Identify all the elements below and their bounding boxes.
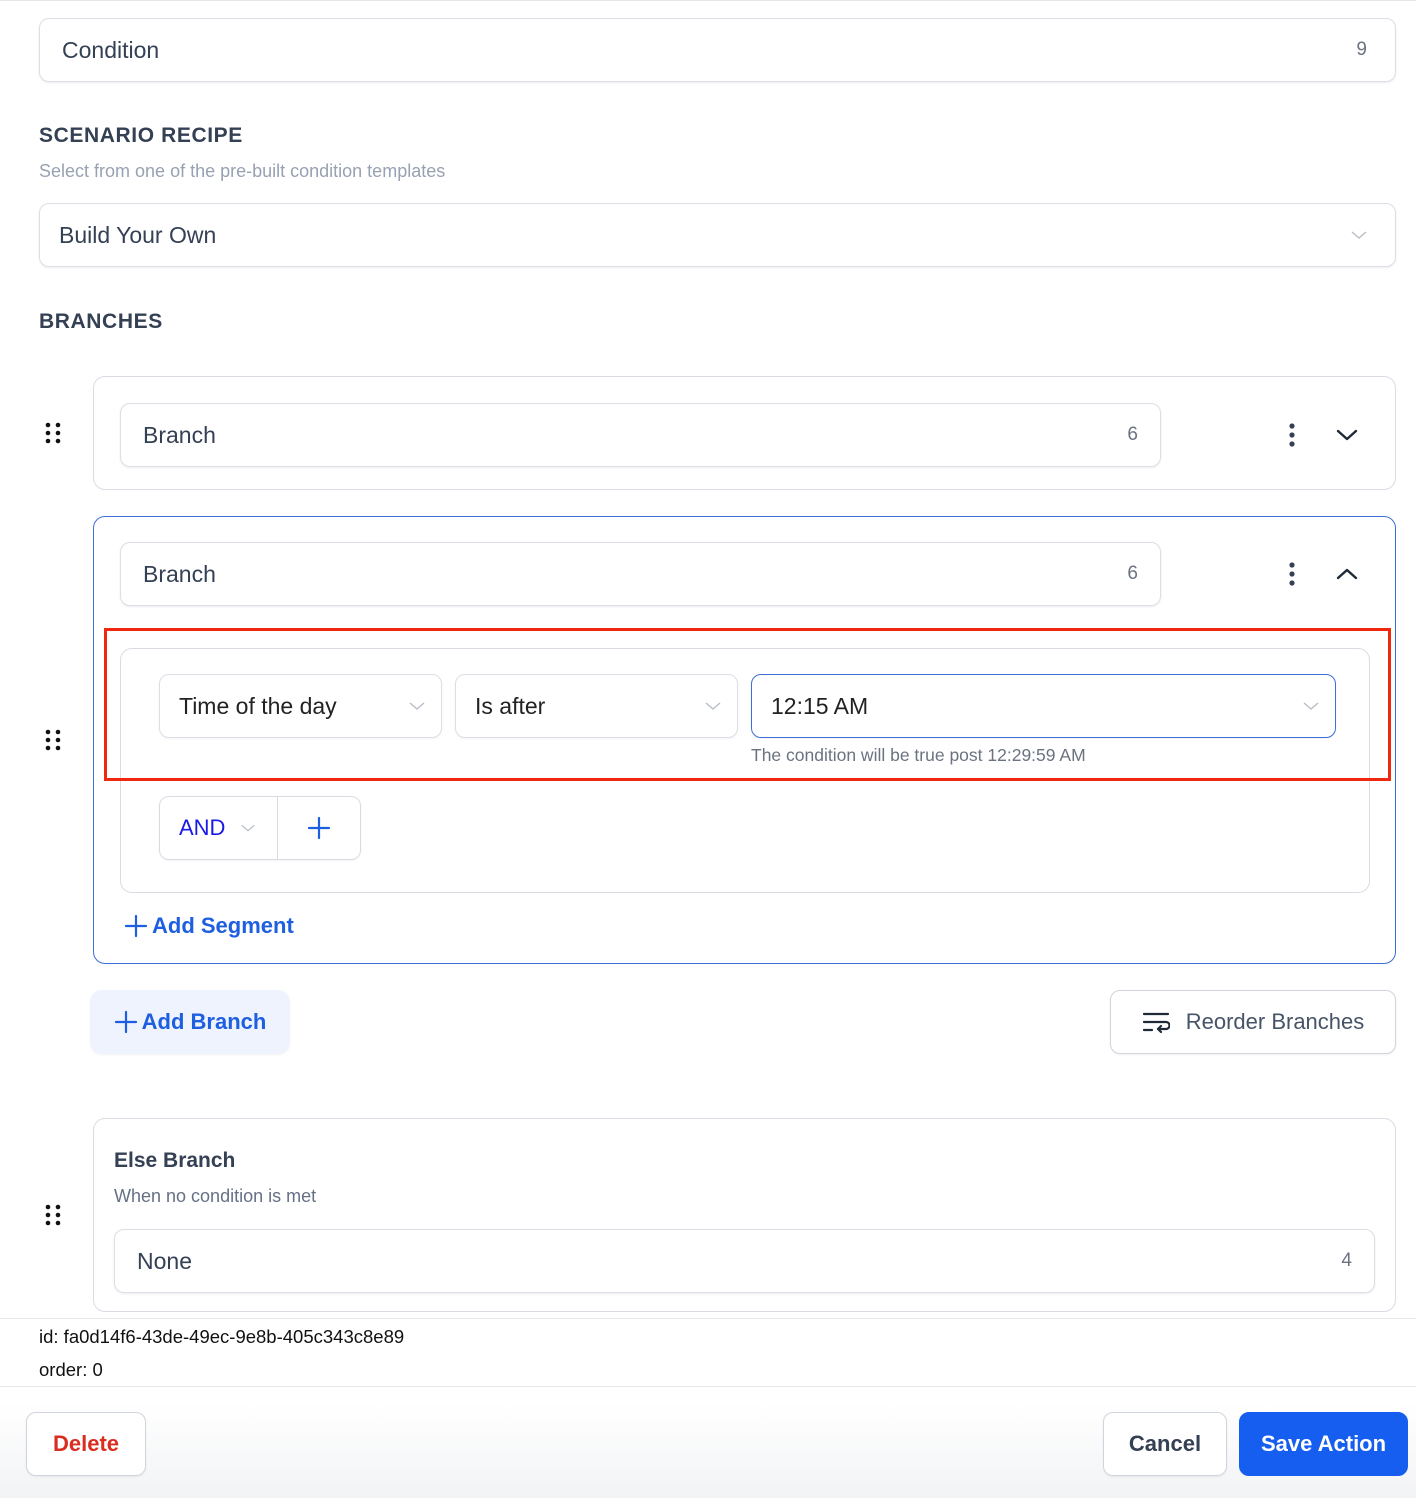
delete-button[interactable]: Delete	[26, 1412, 146, 1476]
condition-name-char-count: 9	[1356, 39, 1367, 60]
else-branch-char-count: 4	[1341, 1250, 1352, 1271]
branch-name-char-count: 6	[1127, 563, 1138, 584]
reorder-branches-button[interactable]: Reorder Branches	[1110, 990, 1396, 1054]
plus-icon	[124, 914, 148, 938]
drag-handle-icon[interactable]	[44, 1203, 64, 1229]
chevron-up-icon	[1336, 568, 1358, 580]
scenario-recipe-subtitle: Select from one of the pre-built conditi…	[39, 161, 446, 181]
meta-divider	[0, 1318, 1416, 1319]
branch-name-input[interactable]: Branch 6	[120, 542, 1161, 606]
branch-name-value: Branch	[143, 421, 216, 448]
drag-handle-icon[interactable]	[44, 728, 64, 754]
else-branch-name-input[interactable]: None 4	[114, 1229, 1375, 1293]
reorder-branches-label: Reorder Branches	[1185, 1009, 1365, 1034]
reorder-lines-icon	[1142, 1012, 1170, 1033]
connector-group: AND	[159, 796, 361, 860]
add-branch-label: Add Branch	[141, 1009, 267, 1034]
more-vertical-icon	[1289, 562, 1295, 586]
connector-select[interactable]: AND	[160, 797, 278, 859]
chevron-down-icon	[241, 824, 256, 832]
highlight-annotation	[104, 628, 1391, 781]
scenario-recipe-value: Build Your Own	[59, 221, 217, 248]
branch-card: Branch 6	[93, 376, 1396, 490]
connector-value: AND	[179, 815, 226, 840]
else-branch-card: Else Branch When no condition is met Non…	[93, 1118, 1396, 1312]
add-segment-button[interactable]: Add Segment	[124, 913, 294, 939]
order-text: order: 0	[39, 1359, 103, 1380]
branch-collapse-button[interactable]	[1332, 559, 1362, 589]
branch-more-button[interactable]	[1277, 420, 1307, 450]
branch-name-input[interactable]: Branch 6	[120, 403, 1161, 467]
add-condition-button[interactable]	[278, 797, 360, 859]
top-divider	[0, 0, 1416, 2]
save-action-button[interactable]: Save Action	[1239, 1412, 1408, 1476]
condition-name-value: Condition	[62, 36, 160, 63]
drag-handle-icon[interactable]	[44, 421, 64, 447]
plus-icon	[307, 816, 331, 840]
condition-name-input[interactable]: Condition 9	[39, 18, 1396, 82]
id-text: id: fa0d14f6-43de-49ec-9e8b-405c343c8e89	[39, 1326, 405, 1347]
branch-expand-button[interactable]	[1332, 420, 1362, 450]
branch-name-value: Branch	[143, 560, 216, 587]
plus-icon	[114, 1010, 137, 1034]
branch-more-button[interactable]	[1277, 559, 1307, 589]
chevron-down-icon	[1336, 429, 1358, 441]
branches-title: BRANCHES	[39, 310, 163, 333]
more-vertical-icon	[1289, 423, 1295, 447]
scenario-recipe-select[interactable]: Build Your Own	[39, 203, 1396, 267]
else-branch-title: Else Branch	[114, 1149, 236, 1172]
add-segment-label: Add Segment	[152, 913, 294, 938]
cancel-button[interactable]: Cancel	[1103, 1412, 1227, 1476]
branch-name-char-count: 6	[1127, 424, 1138, 445]
scenario-recipe-title: SCENARIO RECIPE	[39, 124, 243, 147]
else-branch-value: None	[137, 1247, 192, 1274]
else-branch-subtitle: When no condition is met	[114, 1186, 317, 1206]
add-branch-button[interactable]: Add Branch	[90, 990, 290, 1054]
chevron-down-icon	[1351, 231, 1367, 239]
